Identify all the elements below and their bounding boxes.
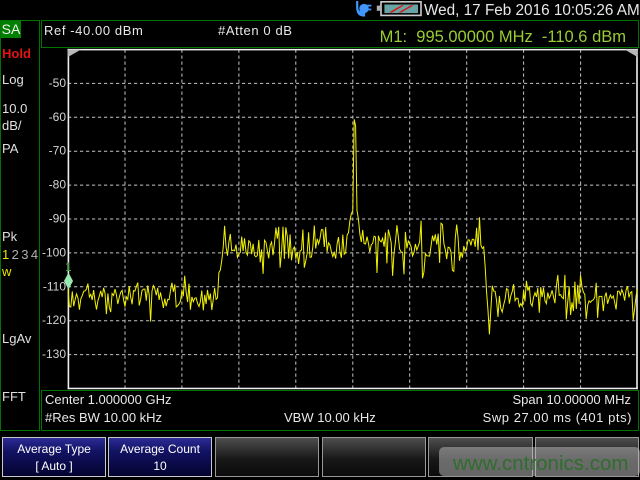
svg-text:-130: -130 [42,347,66,361]
svg-text:-110: -110 [43,279,66,293]
svg-text:-80: -80 [49,178,67,192]
svg-text:-70: -70 [49,144,67,158]
svg-text:-60: -60 [49,110,67,124]
svg-text:-100: -100 [42,245,66,259]
svg-text:-50: -50 [49,76,67,90]
svg-text:-120: -120 [42,313,66,327]
svg-text:-90: -90 [49,212,67,226]
svg-text:1: 1 [65,260,72,274]
